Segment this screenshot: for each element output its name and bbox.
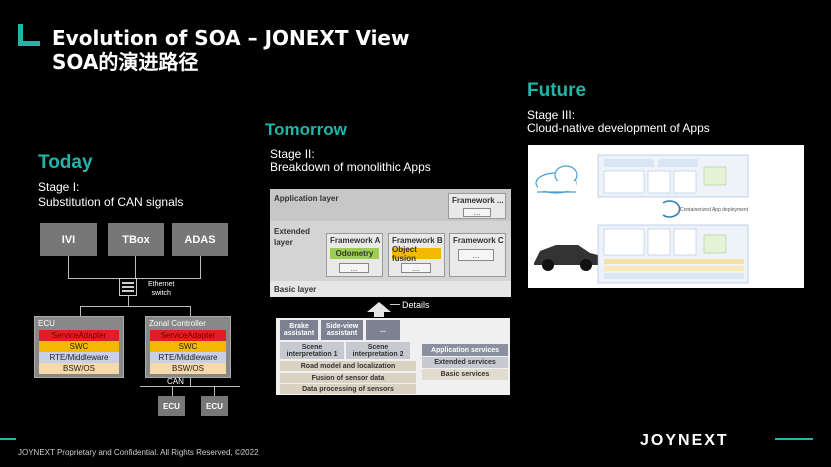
- service-adapter-layer: ServiceAdapter: [150, 330, 226, 341]
- footer-line-left: [0, 438, 16, 440]
- arrow-stem: [374, 311, 384, 317]
- application-services: Application services: [422, 344, 508, 356]
- stack-block: [673, 228, 697, 256]
- link-line: [214, 386, 215, 396]
- stack-block: [604, 159, 654, 167]
- stack-block: [604, 259, 744, 264]
- ecu-left: ECU ServiceAdapter SWC RTE/Middleware BS…: [34, 316, 124, 378]
- cloud-native-svg: Containerized App deployment: [534, 154, 749, 284]
- page-title: Evolution of SOA – JONEXT View SOA的演进路径: [52, 26, 409, 74]
- link-line: [172, 386, 173, 396]
- application-layer-label: Application layer: [274, 194, 339, 203]
- diagram-label: Containerized App deployment: [680, 207, 749, 213]
- ecu-box: ECU: [158, 396, 185, 416]
- stack-block: [647, 170, 671, 194]
- link-line: [135, 256, 136, 278]
- title-line-1: Evolution of SOA – JONEXT View: [52, 26, 410, 50]
- framework-a: Framework A Odometry ...: [326, 233, 383, 277]
- stack-block: [647, 228, 671, 256]
- link-line: [190, 378, 191, 386]
- joynext-logo: JOYNEXT: [640, 432, 729, 449]
- framework-c: Framework C ...: [449, 233, 506, 277]
- sensor-fusion: Fusion of sensor data: [280, 373, 416, 383]
- stack-block: [703, 234, 727, 254]
- sensor-processing: Data processing of sensors: [280, 384, 416, 394]
- corner-accent: [18, 24, 40, 46]
- cloud-native-diagram: Containerized App deployment: [528, 145, 804, 288]
- stack-block: [658, 159, 698, 167]
- link-line: [80, 306, 81, 316]
- today-stage: Stage I:: [38, 180, 80, 194]
- link-line: [128, 296, 129, 306]
- stack-block: [703, 166, 727, 186]
- zonal-label: Zonal Controller: [149, 319, 206, 328]
- zonal-controller: Zonal Controller ServiceAdapter SWC RTE/…: [145, 316, 231, 378]
- odometry-block: Odometry: [330, 248, 379, 259]
- rte-layer: RTE/Middleware: [39, 352, 119, 363]
- stack-block: [604, 266, 744, 271]
- extended-services: Extended services: [422, 357, 508, 368]
- ivi-box: IVI: [40, 223, 97, 256]
- framework-b: Framework B Object fusion ...: [388, 233, 445, 277]
- sync-icon: [662, 200, 681, 218]
- swc-layer: SWC: [150, 341, 226, 352]
- object-fusion-block: Object fusion: [392, 245, 441, 263]
- swc-layer: SWC: [39, 341, 119, 352]
- car-icon: [534, 245, 598, 271]
- ecu-left-label: ECU: [38, 319, 55, 328]
- stack-block: [603, 170, 645, 194]
- details-diagram: Brake assistant Side-view assistant ... …: [276, 318, 510, 395]
- footer-text: JOYNEXT Proprietary and Confidential. Al…: [18, 448, 259, 457]
- can-label: CAN: [167, 377, 184, 386]
- more-apps: ...: [366, 320, 400, 340]
- stack-block: [604, 273, 744, 279]
- tomorrow-desc: Breakdown of monolithic Apps: [270, 160, 431, 174]
- basic-services: Basic services: [422, 369, 508, 380]
- title-line-2: SOA的演进路径: [52, 50, 199, 74]
- future-desc: Cloud-native development of Apps: [527, 121, 710, 135]
- details-label: Details: [402, 300, 430, 310]
- scene-interpretation-2: Scene interpretation 2: [346, 342, 410, 359]
- basic-layer-label: Basic layer: [274, 285, 317, 294]
- link-line: [80, 306, 190, 307]
- brake-assistant: Brake assistant: [280, 320, 318, 340]
- service-adapter-layer: ServiceAdapter: [39, 330, 119, 341]
- adas-box: ADAS: [172, 223, 228, 256]
- link-line: [200, 256, 201, 278]
- road-model: Road model and localization: [280, 361, 416, 371]
- stack-block: [673, 170, 697, 194]
- today-desc: Substitution of CAN signals: [38, 195, 184, 209]
- stack-block: [603, 228, 645, 256]
- extended-layer-label: Extended layer: [274, 227, 311, 247]
- tomorrow-heading: Tomorrow: [265, 120, 347, 139]
- footer-line-right: [775, 438, 813, 440]
- ecu-box: ECU: [201, 396, 228, 416]
- switch-icon: [119, 278, 137, 296]
- scene-interpretation-1: Scene interpretation 1: [280, 342, 344, 359]
- details-pointer: [390, 304, 400, 305]
- today-heading: Today: [38, 152, 93, 173]
- link-line: [68, 256, 69, 278]
- layer-diagram: Application layer Framework ... ... Exte…: [270, 189, 511, 297]
- rte-layer: RTE/Middleware: [150, 352, 226, 363]
- tbox-box: TBox: [108, 223, 164, 256]
- bsw-layer: BSW/OS: [150, 363, 226, 374]
- switch-label: Ethernet switch: [148, 281, 175, 297]
- framework-more: Framework ... ...: [448, 193, 506, 219]
- bsw-layer: BSW/OS: [39, 363, 119, 374]
- link-line: [190, 306, 191, 316]
- can-bus: [140, 386, 240, 387]
- future-heading: Future: [527, 80, 587, 101]
- cloud-icon: [535, 165, 578, 194]
- side-view-assistant: Side-view assistant: [321, 320, 363, 340]
